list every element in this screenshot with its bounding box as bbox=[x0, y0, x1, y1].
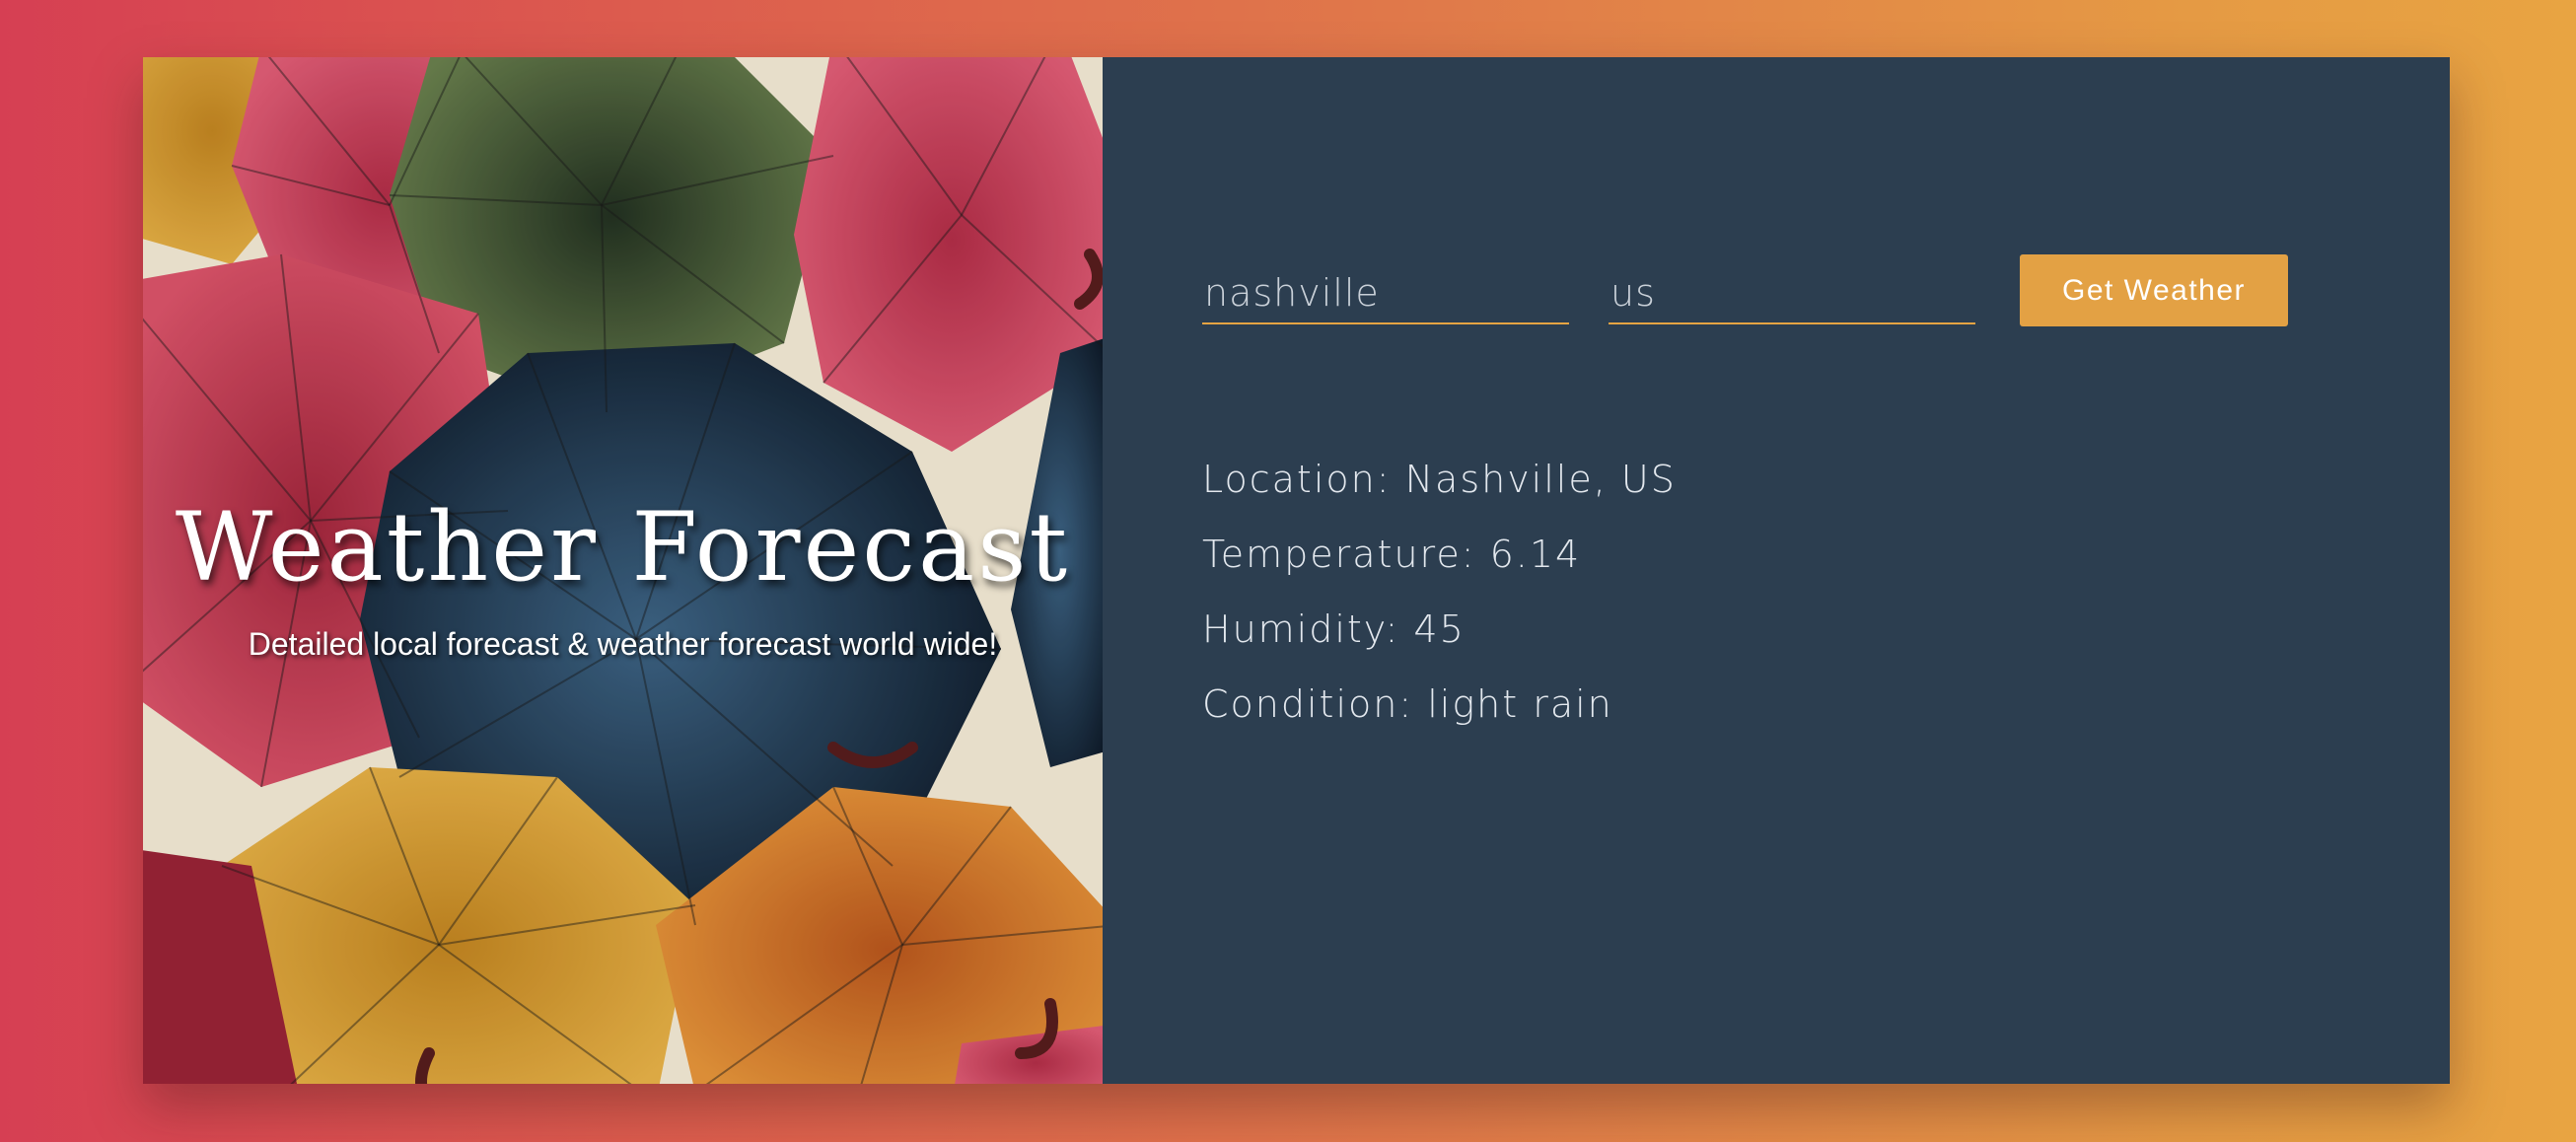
hero-section: Weather Forecast Detailed local forecast… bbox=[143, 57, 1103, 1084]
weather-panel: nashville us Get Weather Location: Nashv… bbox=[1103, 57, 2450, 1084]
humidity-text: Humidity: 45 bbox=[1202, 607, 1466, 651]
hero-subtitle: Detailed local forecast & weather foreca… bbox=[248, 626, 998, 663]
weather-form: nashville us Get Weather bbox=[1202, 254, 2288, 326]
condition-text: Condition: light rain bbox=[1202, 682, 1613, 726]
location-text: Location: Nashville, US bbox=[1202, 458, 1677, 501]
temperature-text: Temperature: 6.14 bbox=[1202, 533, 1582, 576]
hero-text: Weather Forecast Detailed local forecast… bbox=[143, 491, 1103, 663]
city-input[interactable]: nashville bbox=[1202, 255, 1569, 324]
get-weather-button[interactable]: Get Weather bbox=[2020, 254, 2288, 326]
weather-results: Location: Nashville, US Temperature: 6.1… bbox=[1202, 442, 1677, 742]
hero-title: Weather Forecast bbox=[175, 492, 1071, 603]
weather-card: Weather Forecast Detailed local forecast… bbox=[143, 57, 2450, 1084]
country-input[interactable]: us bbox=[1609, 255, 1975, 324]
